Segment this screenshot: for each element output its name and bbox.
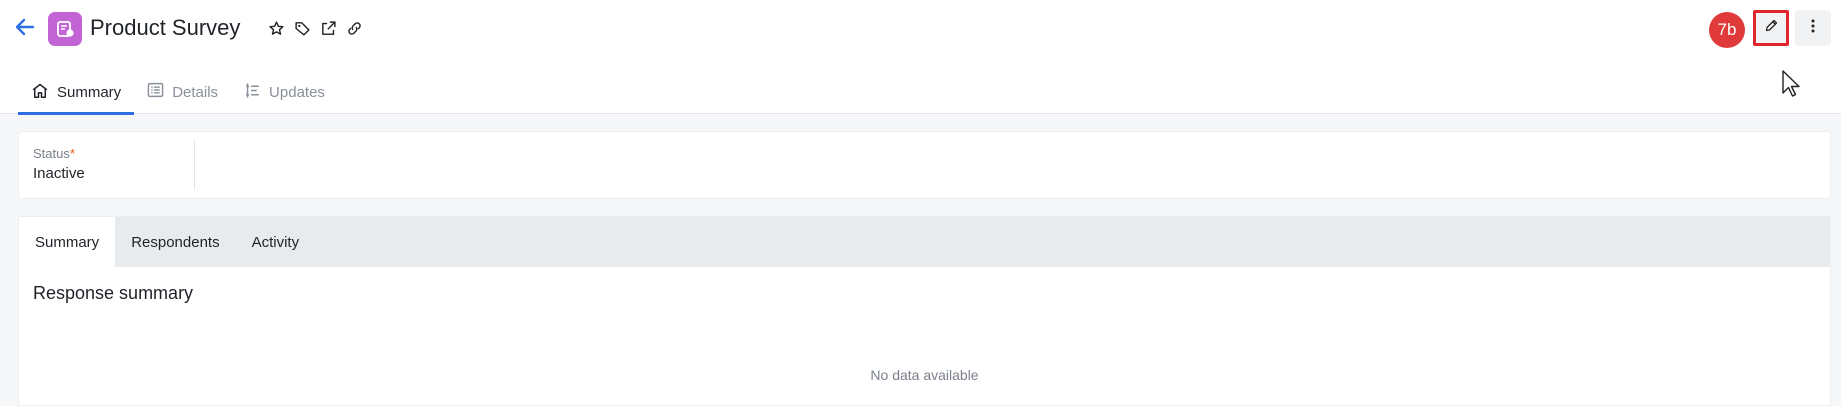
link-icon[interactable] (344, 18, 364, 38)
inner-tab-activity[interactable]: Activity (236, 217, 316, 267)
page-header: Product Survey 7b Summary Details Update… (0, 0, 1841, 115)
tab-summary[interactable]: Summary (18, 70, 135, 115)
empty-state-text: No data available (870, 367, 979, 383)
pencil-icon (1764, 18, 1779, 38)
inner-tab-respondents[interactable]: Respondents (115, 217, 235, 267)
tag-icon[interactable] (292, 18, 312, 38)
home-icon (31, 82, 49, 103)
status-card: Status* Inactive (18, 131, 1831, 199)
notification-badge: 7b (1709, 12, 1745, 48)
tab-details[interactable]: Details (134, 70, 231, 114)
title-actions (266, 18, 364, 38)
mouse-cursor-icon (1782, 70, 1800, 97)
top-tabs: Summary Details Updates (18, 70, 338, 115)
tab-label: Details (172, 83, 219, 101)
status-label: Status* (33, 146, 75, 161)
page-title: Product Survey (90, 15, 241, 40)
survey-icon (48, 12, 82, 46)
tab-label: Summary (57, 83, 122, 101)
timeline-icon (244, 82, 261, 103)
tab-label: Updates (269, 83, 325, 101)
more-options-button[interactable] (1795, 10, 1831, 46)
inner-tab-summary[interactable]: Summary (19, 217, 116, 267)
edit-button[interactable] (1753, 10, 1789, 46)
required-mark: * (69, 146, 75, 161)
star-icon[interactable] (266, 18, 286, 38)
divider (194, 140, 195, 190)
list-icon (147, 82, 164, 102)
tab-updates[interactable]: Updates (231, 70, 338, 114)
content-panel: Summary Respondents Activity Response su… (18, 216, 1831, 406)
inner-tabs: Summary Respondents Activity (19, 217, 1830, 267)
more-vertical-icon (1811, 19, 1815, 38)
response-summary-title: Response summary (33, 283, 194, 303)
back-arrow-icon[interactable] (14, 16, 36, 38)
status-value[interactable]: Inactive (33, 165, 85, 182)
external-link-icon[interactable] (318, 18, 338, 38)
